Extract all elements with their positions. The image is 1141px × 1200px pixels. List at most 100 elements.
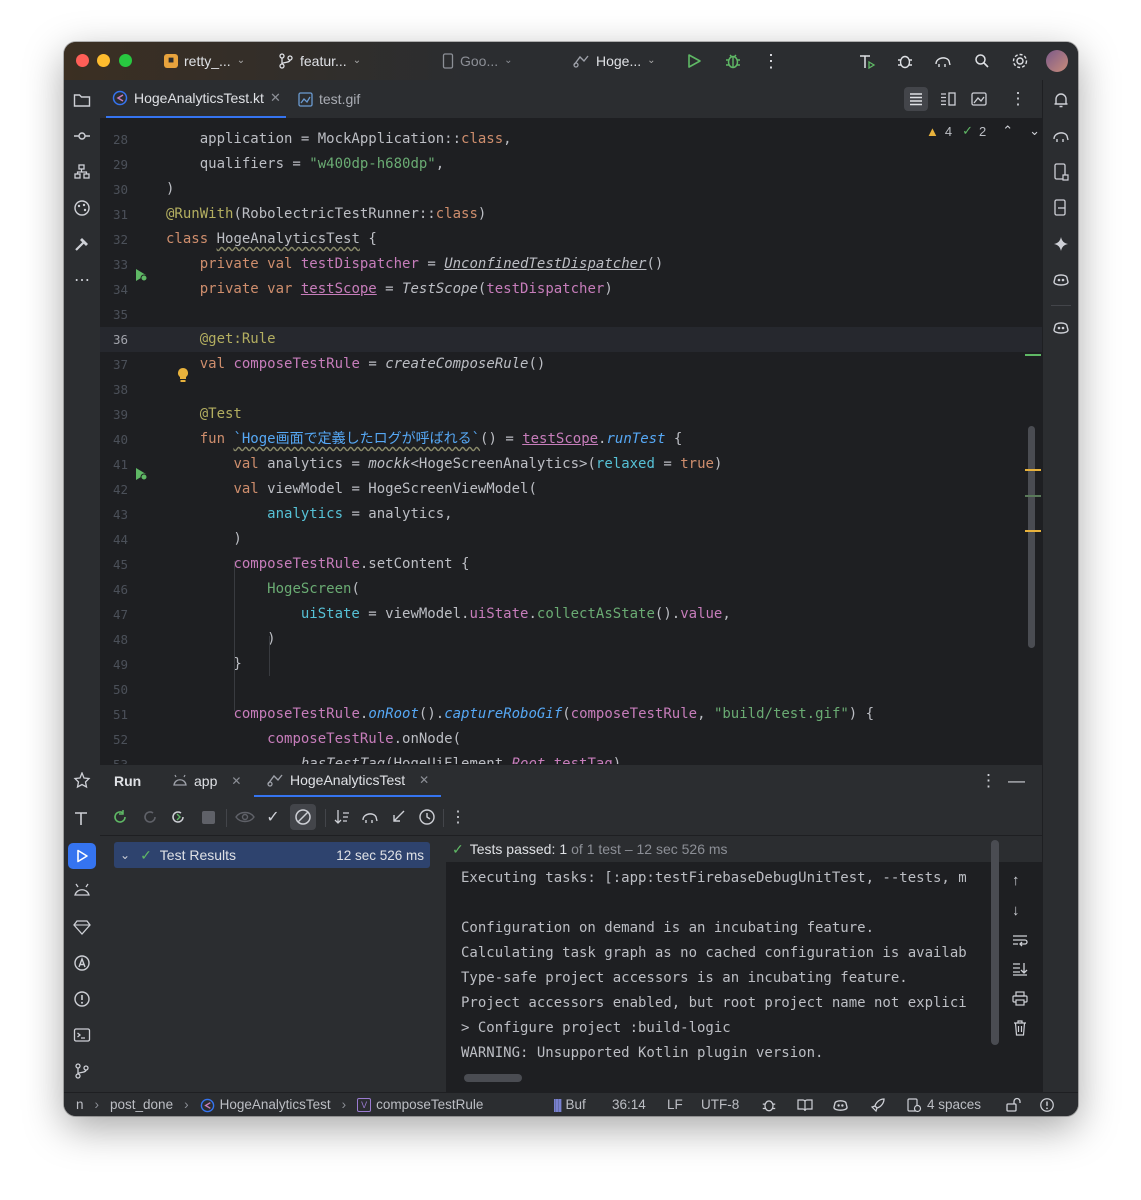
breadcrumb-item[interactable]: HogeAnalyticsTest: [220, 1096, 331, 1114]
code-view-button[interactable]: [904, 87, 928, 111]
device-selector[interactable]: Goo... ⌄: [442, 52, 513, 70]
error-stripe-marker[interactable]: [1025, 530, 1041, 532]
tab-app[interactable]: app ✕: [172, 765, 241, 797]
read-only-toggle[interactable]: [1005, 1096, 1021, 1114]
show-ignored-button[interactable]: [235, 807, 255, 827]
build-button[interactable]: [857, 51, 877, 71]
minimize-window-button[interactable]: [97, 54, 110, 67]
breadcrumb-item[interactable]: composeTestRule: [376, 1096, 483, 1114]
breadcrumb-item[interactable]: n: [76, 1096, 84, 1114]
line-separator[interactable]: LF: [667, 1096, 683, 1114]
toggle-auto-test-button[interactable]: [168, 807, 188, 827]
import-tests-button[interactable]: [388, 807, 408, 827]
debug-button[interactable]: [723, 51, 743, 71]
more-test-actions-button[interactable]: ⋮: [448, 807, 468, 827]
inspection-widget[interactable]: ▲ 4 ✓ 2 ⌃ ⌄: [926, 123, 1040, 139]
scroll-to-end-button[interactable]: [1012, 962, 1028, 981]
tab-test-gif[interactable]: test.gif: [292, 80, 360, 118]
event-log-status[interactable]: [1039, 1096, 1055, 1114]
test-results-tree[interactable]: ⌄ ✓ Test Results 12 sec 526 ms: [100, 836, 447, 1093]
stop-button[interactable]: [198, 807, 218, 827]
terminal-button[interactable]: [71, 1024, 93, 1046]
version-control-button[interactable]: [71, 1060, 93, 1082]
caret-position[interactable]: 36:14: [612, 1096, 646, 1114]
rerun-button[interactable]: [110, 807, 130, 827]
avatar[interactable]: [1046, 50, 1068, 72]
test-history-button[interactable]: [417, 807, 437, 827]
design-view-button[interactable]: [969, 89, 989, 109]
rocket-status[interactable]: [870, 1096, 886, 1114]
resource-manager-button[interactable]: [71, 197, 93, 219]
scroll-up-button[interactable]: ↑: [1012, 872, 1020, 889]
error-stripe-marker[interactable]: [1025, 354, 1041, 356]
gemini-button[interactable]: [1050, 233, 1072, 255]
test-console[interactable]: ✓ Tests passed: 1 of 1 test – 12 sec 526…: [446, 836, 1042, 1093]
tab-hoge-analytics-test-run[interactable]: HogeAnalyticsTest ✕: [254, 765, 442, 797]
close-icon[interactable]: ✕: [231, 774, 241, 788]
android-lint-button[interactable]: [71, 952, 93, 974]
app-inspection-button[interactable]: [71, 916, 93, 938]
run-test-gutter-icon[interactable]: [134, 467, 148, 486]
gradle-sync-button[interactable]: [933, 51, 953, 71]
commit-tool-button[interactable]: [71, 125, 93, 147]
tool-window-options-button[interactable]: ⋮: [980, 765, 997, 797]
copilot-button[interactable]: [1050, 269, 1072, 291]
print-button[interactable]: [1012, 991, 1028, 1011]
notifications-button[interactable]: [1050, 89, 1072, 111]
show-passed-button[interactable]: ✓: [263, 807, 283, 827]
run-config-selector[interactable]: Hoge... ⌄: [572, 52, 656, 70]
chevron-up-icon[interactable]: ⌃: [1002, 123, 1013, 139]
show-ignored-toggle-button[interactable]: [290, 804, 316, 830]
rerun-failed-button[interactable]: [140, 807, 160, 827]
tab-hoge-analytics-test[interactable]: HogeAnalyticsTest.kt ✕: [106, 80, 286, 118]
copilot-chat-button[interactable]: [1050, 317, 1072, 339]
code-editor[interactable]: 28 application = MockApplication::class,…: [100, 118, 1042, 764]
running-devices-button[interactable]: [1050, 197, 1072, 219]
editor-scrollbar[interactable]: [1028, 426, 1035, 648]
gradle-test-button[interactable]: [360, 807, 380, 827]
run-test-gutter-icon[interactable]: [134, 268, 148, 287]
close-window-button[interactable]: [76, 54, 89, 67]
project-selector[interactable]: ■ retty_... ⌄: [164, 52, 245, 70]
clear-all-button[interactable]: [1013, 1020, 1027, 1041]
soft-wrap-button[interactable]: [1012, 934, 1028, 953]
split-view-button[interactable]: [938, 89, 958, 109]
console-scrollbar[interactable]: [991, 840, 999, 1045]
buffer-indicator[interactable]: ||||| Buf: [553, 1096, 586, 1114]
console-horizontal-scrollbar[interactable]: [464, 1074, 522, 1082]
more-actions-button[interactable]: ⋮: [761, 51, 781, 71]
project-tool-button[interactable]: [71, 89, 93, 111]
copilot-status[interactable]: [832, 1096, 849, 1114]
test-results-node[interactable]: ⌄ ✓ Test Results 12 sec 526 ms: [114, 842, 430, 868]
settings-button[interactable]: [1010, 51, 1030, 71]
build-variants-button[interactable]: [71, 233, 93, 255]
app-quality-button[interactable]: [71, 770, 93, 792]
more-tools-button[interactable]: ⋯: [71, 269, 93, 291]
error-stripe-marker[interactable]: [1025, 469, 1041, 471]
indent-setting[interactable]: 4 spaces: [906, 1096, 981, 1114]
error-stripe-marker[interactable]: [1025, 495, 1041, 497]
hide-tool-window-button[interactable]: —: [1008, 765, 1025, 797]
close-icon[interactable]: ✕: [419, 773, 429, 787]
intention-action-bulb[interactable]: [176, 367, 190, 389]
close-icon[interactable]: ✕: [270, 90, 281, 106]
logcat-button[interactable]: [71, 880, 93, 902]
zoom-window-button[interactable]: [119, 54, 132, 67]
readme-status[interactable]: [797, 1096, 813, 1114]
run-button[interactable]: [684, 51, 704, 71]
problems-button[interactable]: [71, 988, 93, 1010]
chevron-down-icon[interactable]: ⌄: [1029, 123, 1040, 139]
branch-selector[interactable]: featur... ⌄: [278, 52, 361, 70]
tab-options-button[interactable]: ⋮: [1008, 89, 1028, 109]
file-encoding[interactable]: UTF-8: [701, 1096, 739, 1114]
device-manager-button[interactable]: [1050, 161, 1072, 183]
search-button[interactable]: [972, 51, 992, 71]
scroll-down-button[interactable]: ↓: [1012, 902, 1020, 919]
gradle-button[interactable]: [1050, 125, 1072, 147]
run-tool-button[interactable]: [68, 843, 96, 869]
breadcrumb-item[interactable]: post_done: [110, 1096, 173, 1114]
ai-assistant-status[interactable]: [761, 1096, 777, 1114]
attach-debugger-button[interactable]: [895, 51, 915, 71]
sort-button[interactable]: [332, 807, 352, 827]
structure-tool-button[interactable]: [71, 161, 93, 183]
